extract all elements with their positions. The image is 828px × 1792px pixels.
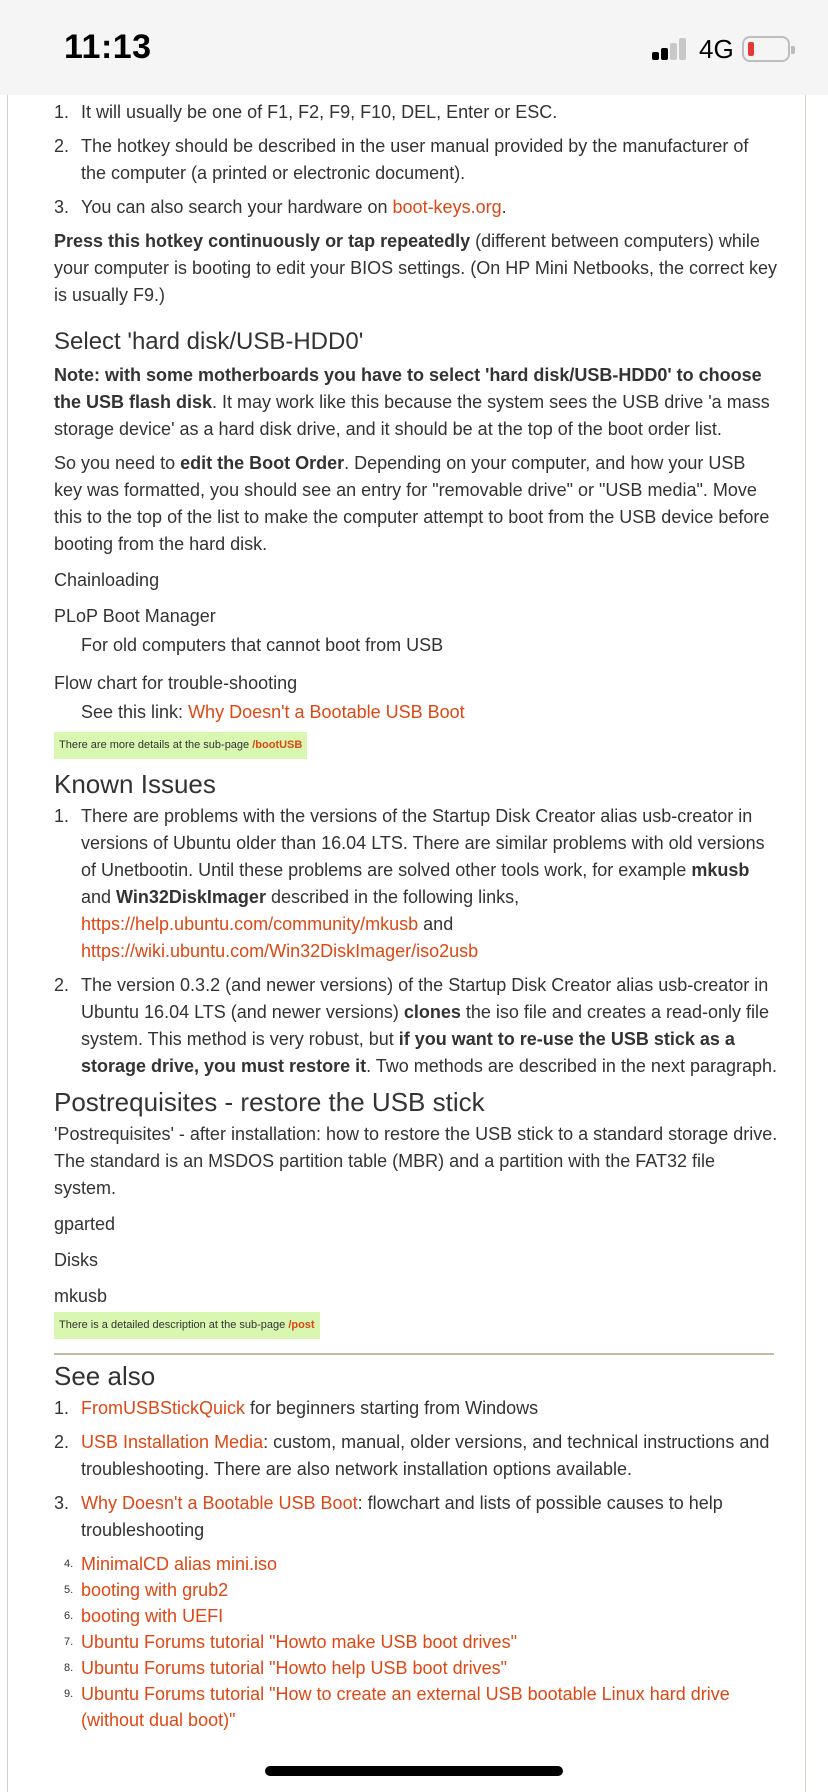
list-item: 1. It will usually be one of F1, F2, F9, … — [54, 102, 558, 122]
list-item: 1. There are problems with the versions o… — [54, 806, 765, 961]
page-border-left — [7, 95, 8, 1792]
uefi-link[interactable]: booting with UEFI — [81, 1606, 223, 1626]
section-heading-known-issues: Known Issues — [54, 769, 216, 799]
list-item: 6. booting with UEFI — [64, 1606, 224, 1626]
hotkey-list: 1. It will usually be one of F1, F2, F9, … — [54, 99, 778, 221]
flowchart-definition: See this link: Why Doesn't a Bootable US… — [81, 702, 465, 722]
mkusb-help-link[interactable]: https://help.ubuntu.com/community/mkusb — [81, 914, 418, 934]
article-content: 1. It will usually be one of F1, F2, F9, … — [54, 99, 778, 1733]
section-heading-see-also: See also — [54, 1361, 156, 1391]
chainloading-term: Chainloading — [54, 570, 160, 590]
list-item: 4. MinimalCD alias mini.iso — [64, 1554, 278, 1574]
network-type: 4G — [699, 34, 734, 64]
list-item: 2. The version 0.3.2 (and newer versions)… — [54, 975, 778, 1076]
forums-external-drive-link[interactable]: Ubuntu Forums tutorial "How to create an… — [81, 1684, 730, 1730]
tool-disks: Disks — [54, 1250, 98, 1270]
home-indicator[interactable] — [265, 1766, 563, 1776]
boot-order-paragraph: So you need to edit the Boot Order. Depe… — [54, 453, 770, 554]
list-item: 3. Why Doesn't a Bootable USB Boot: flowc… — [54, 1493, 723, 1540]
list-item: 9. Ubuntu Forums tutorial "How to create … — [64, 1684, 730, 1730]
why-bootable-usb-link[interactable]: Why Doesn't a Bootable USB Boot — [81, 1493, 358, 1513]
why-bootable-usb-link[interactable]: Why Doesn't a Bootable USB Boot — [188, 702, 465, 722]
usb-installation-media-link[interactable]: USB Installation Media — [81, 1432, 263, 1452]
list-item: 3. You can also search your hardware on b… — [54, 197, 507, 217]
see-also-list: 1. FromUSBStickQuick for beginners starti… — [54, 1395, 778, 1544]
tool-gparted: gparted — [54, 1214, 116, 1234]
post-subpage-link[interactable]: /post — [288, 1319, 314, 1331]
boot-keys-link[interactable]: boot-keys.org — [393, 197, 502, 217]
tool-mkusb: mkusb — [54, 1286, 108, 1306]
plop-term: PLoP Boot Manager — [54, 606, 216, 626]
status-bar: 11:13 4G — [0, 0, 828, 95]
forums-make-usb-link[interactable]: Ubuntu Forums tutorial "Howto make USB b… — [81, 1632, 517, 1652]
known-issues-list: 1. There are problems with the versions o… — [54, 803, 778, 1080]
minimalcd-link[interactable]: MinimalCD alias mini.iso — [81, 1554, 277, 1574]
section-divider — [54, 1353, 774, 1355]
fromusbstickquick-link[interactable]: FromUSBStickQuick — [81, 1398, 245, 1418]
subpage-note: There are more details at the sub-page /… — [54, 732, 308, 759]
section-heading-postrequisites: Postrequisites - restore the USB stick — [54, 1087, 485, 1117]
flowchart-term: Flow chart for trouble-shooting — [54, 673, 298, 693]
list-item: 2. USB Installation Media: custom, manual… — [54, 1432, 770, 1479]
select-hdd-note: Note: with some motherboards you have to… — [54, 365, 770, 439]
hotkey-paragraph: Press this hotkey continuously or tap re… — [54, 231, 777, 305]
list-item: 5. booting with grub2 — [64, 1580, 229, 1600]
bootusb-subpage-link[interactable]: /bootUSB — [252, 739, 302, 751]
list-item: 1. FromUSBStickQuick for beginners starti… — [54, 1398, 539, 1418]
grub2-link[interactable]: booting with grub2 — [81, 1580, 228, 1600]
forums-help-usb-link[interactable]: Ubuntu Forums tutorial "Howto help USB b… — [81, 1658, 507, 1678]
page-border-right — [805, 95, 806, 1792]
list-item: 8. Ubuntu Forums tutorial "Howto help USB… — [64, 1658, 507, 1678]
section-heading-select-hdd: Select 'hard disk/USB-HDD0' — [54, 328, 364, 355]
subpage-note: There is a detailed description at the s… — [54, 1312, 320, 1339]
see-also-list-more: 4. MinimalCD alias mini.iso 5. booting wit… — [54, 1551, 778, 1733]
list-item: 2. The hotkey should be described in the … — [54, 136, 749, 183]
cellular-signal-icon — [652, 38, 690, 60]
plop-definition: For old computers that cannot boot from … — [81, 635, 444, 655]
battery-icon — [742, 36, 795, 62]
postrequisites-paragraph: 'Postrequisites' - after installation: h… — [54, 1124, 778, 1198]
status-time: 11:13 — [64, 28, 152, 66]
list-item: 7. Ubuntu Forums tutorial "Howto make USB… — [64, 1632, 517, 1652]
wiki-page: 1. It will usually be one of F1, F2, F9, … — [0, 95, 828, 1792]
win32diskimager-link[interactable]: https://wiki.ubuntu.com/Win32DiskImager/… — [81, 941, 478, 961]
